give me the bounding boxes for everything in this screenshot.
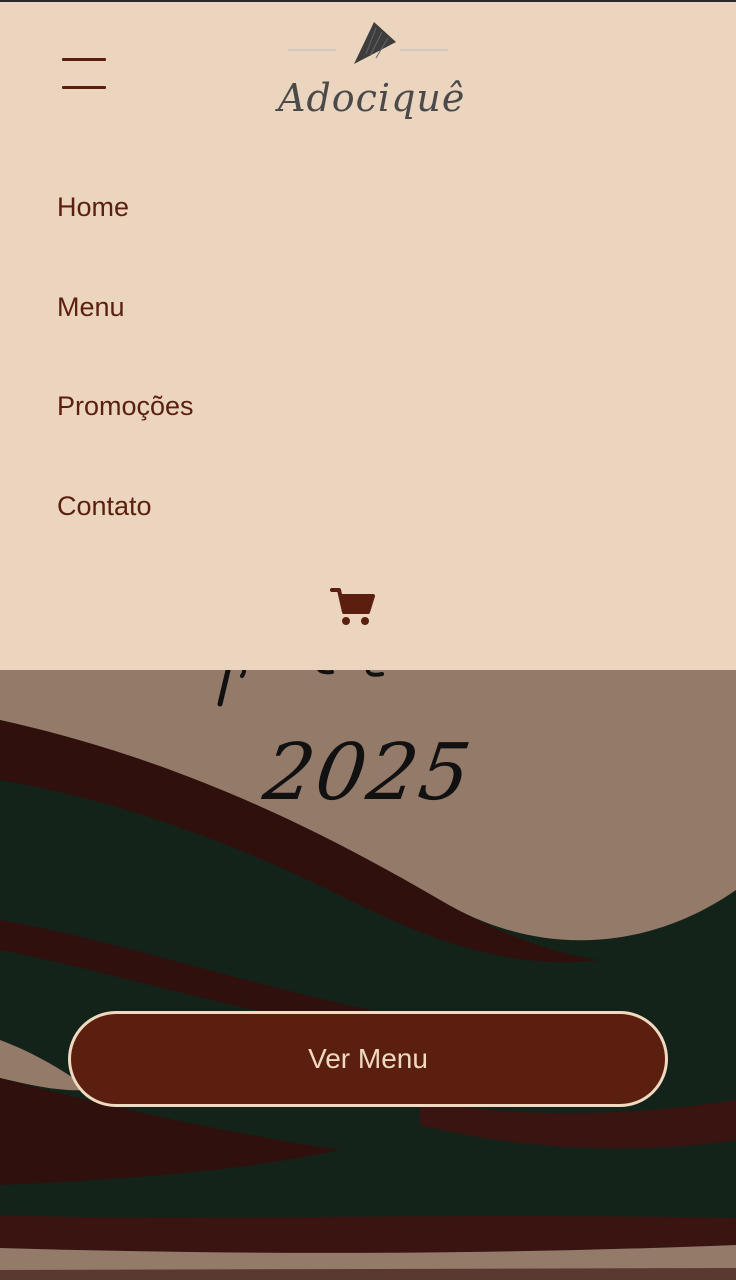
cone-icon (288, 22, 448, 64)
hero-year: 2025 (258, 728, 478, 818)
nav-link-promotions[interactable]: Promoções (57, 391, 194, 422)
nav-drawer: Adociquê Home Menu Promoções Contato (0, 0, 736, 670)
nav-link-home[interactable]: Home (57, 192, 129, 223)
nav-link-menu[interactable]: Menu (57, 292, 125, 323)
brand-name: Adociquê (278, 76, 466, 120)
brand-logo[interactable]: Adociquê (278, 18, 466, 124)
hamburger-icon[interactable] (62, 56, 108, 90)
nav-link-contact[interactable]: Contato (57, 491, 152, 522)
view-menu-button[interactable]: Ver Menu (68, 1011, 668, 1107)
cart-icon[interactable] (330, 586, 376, 628)
